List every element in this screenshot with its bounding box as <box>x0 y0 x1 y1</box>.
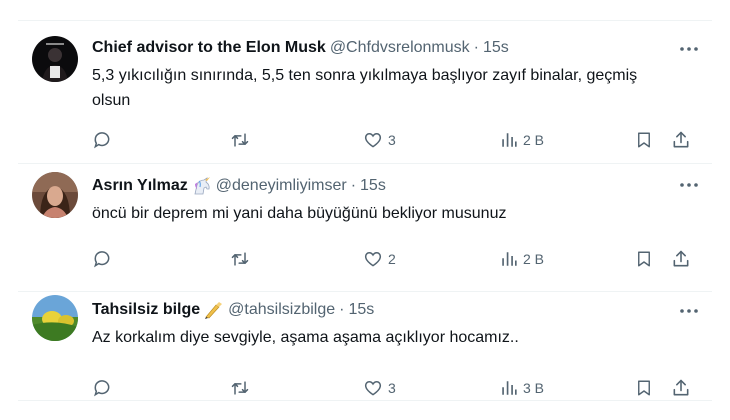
reply-button[interactable] <box>92 376 112 400</box>
tweet-body: Chief advisor to the Elon Musk @Chfdvsre… <box>92 37 702 113</box>
tweet[interactable]: Tahsilsiz bilge @tahsilsizbilge · 15s Az… <box>18 291 712 401</box>
writing-hand-emoji <box>204 301 224 319</box>
retweet-button[interactable] <box>229 128 251 152</box>
share-icon <box>673 250 689 267</box>
avatar[interactable] <box>32 172 78 218</box>
views-button[interactable]: 2 B <box>500 128 544 152</box>
tweet-text: öncü bir deprem mi yani daha büyüğünü be… <box>92 205 507 222</box>
like-button[interactable]: 3 <box>363 128 396 152</box>
tweet[interactable]: Chief advisor to the Elon Musk @Chfdvsre… <box>18 20 712 163</box>
tweet-body: Tahsilsiz bilge @tahsilsizbilge · 15s Az… <box>92 299 702 350</box>
share-button[interactable] <box>671 128 691 152</box>
tweet-actions: 2 2 B <box>92 247 712 271</box>
retweet-button[interactable] <box>229 376 251 400</box>
tweet-text: 5,3 yıkıcılığın sınırında, 5,5 ten sonra… <box>92 67 638 109</box>
timestamp[interactable]: 15s <box>360 177 386 195</box>
author-name[interactable]: Chief advisor to the Elon Musk <box>92 39 326 57</box>
reply-button[interactable] <box>92 128 112 152</box>
separator-dot: · <box>350 177 357 194</box>
author-handle[interactable]: @tahsilsizbilge <box>228 301 335 319</box>
retweet-button[interactable] <box>229 247 251 271</box>
bookmark-button[interactable] <box>635 128 653 152</box>
tweet-header: Chief advisor to the Elon Musk @Chfdvsre… <box>92 37 702 59</box>
more-options-icon[interactable] <box>678 300 700 322</box>
author-name[interactable]: Tahsilsiz bilge <box>92 301 200 319</box>
author-handle[interactable]: @deneyimliyimser <box>216 177 347 195</box>
tweet-header: Tahsilsiz bilge @tahsilsizbilge · 15s <box>92 299 702 321</box>
views-button[interactable]: 3 B <box>500 376 544 400</box>
tweet-actions: 3 2 B <box>92 128 712 152</box>
author-name[interactable]: Asrın Yılmaz <box>92 177 188 195</box>
timestamp[interactable]: 15s <box>483 39 509 57</box>
share-icon <box>673 379 689 396</box>
timestamp[interactable]: 15s <box>348 301 374 319</box>
more-options-icon[interactable] <box>678 174 700 196</box>
separator-dot: · <box>339 301 345 318</box>
bookmark-button[interactable] <box>635 376 653 400</box>
retweet-icon <box>231 252 249 266</box>
more-options-icon[interactable] <box>678 38 700 60</box>
bookmark-button[interactable] <box>635 247 653 271</box>
avatar[interactable] <box>32 295 78 341</box>
tweet[interactable]: Asrın Yılmaz @deneyimliyimser · 15s öncü… <box>18 163 712 291</box>
share-button[interactable] <box>671 247 691 271</box>
like-button[interactable]: 3 <box>363 376 396 400</box>
reply-button[interactable] <box>92 247 112 271</box>
heart-icon <box>364 251 382 267</box>
like-button[interactable]: 2 <box>363 247 396 271</box>
bookmark-icon <box>638 380 650 396</box>
heart-icon <box>364 380 382 396</box>
reply-icon <box>94 132 110 149</box>
analytics-icon <box>502 133 517 147</box>
like-count: 3 <box>388 380 396 396</box>
retweet-icon <box>231 133 249 147</box>
heart-icon <box>364 132 382 148</box>
like-count: 2 <box>388 251 396 267</box>
tweet-feed: Chief advisor to the Elon Musk @Chfdvsre… <box>18 20 712 401</box>
author-handle[interactable]: @Chfdvsrelonmusk <box>330 39 470 57</box>
view-count: 2 B <box>523 251 545 267</box>
bookmark-icon <box>638 251 650 267</box>
avatar[interactable] <box>32 36 78 82</box>
separator-dot: · <box>473 39 479 56</box>
view-count: 3 B <box>523 380 545 396</box>
views-button[interactable]: 2 B <box>500 247 544 271</box>
reply-icon <box>94 380 110 397</box>
tweet-header: Asrın Yılmaz @deneyimliyimser · 15s <box>92 175 702 197</box>
share-icon <box>673 131 689 148</box>
analytics-icon <box>502 381 517 395</box>
tweet-text: Az korkalım diye sevgiyle, aşama aşama a… <box>92 329 519 346</box>
retweet-icon <box>231 381 249 395</box>
unicorn-emoji <box>192 177 212 195</box>
tweet-body: Asrın Yılmaz @deneyimliyimser · 15s öncü… <box>92 175 702 226</box>
reply-icon <box>94 251 110 268</box>
like-count: 3 <box>388 132 396 148</box>
share-button[interactable] <box>671 376 691 400</box>
view-count: 2 B <box>523 132 545 148</box>
tweet-actions: 3 3 B <box>92 376 712 400</box>
analytics-icon <box>502 252 517 266</box>
bookmark-icon <box>638 132 650 148</box>
